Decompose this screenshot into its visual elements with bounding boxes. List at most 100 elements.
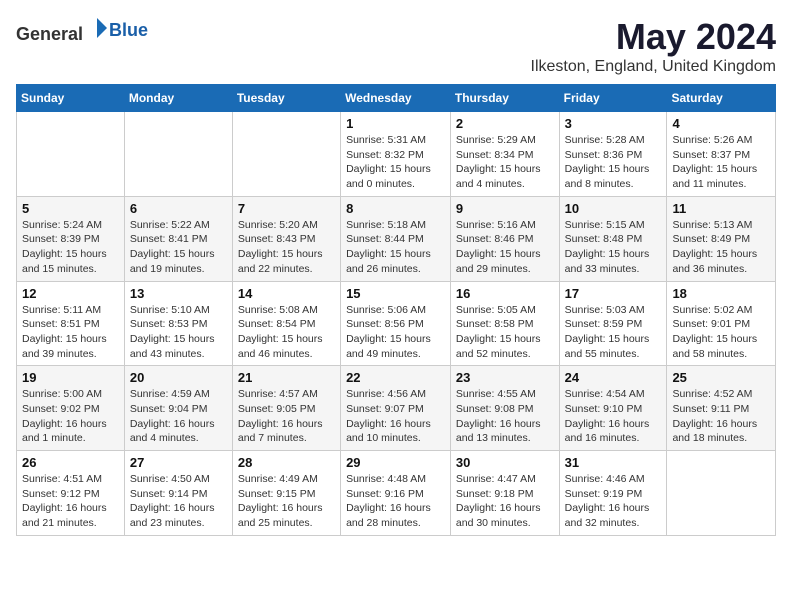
day-info: Sunrise: 4:50 AM Sunset: 9:14 PM Dayligh… — [130, 472, 227, 531]
day-number: 12 — [22, 286, 119, 301]
calendar-cell: 22Sunrise: 4:56 AM Sunset: 9:07 PM Dayli… — [341, 366, 451, 451]
day-info: Sunrise: 4:46 AM Sunset: 9:19 PM Dayligh… — [565, 472, 662, 531]
calendar-cell: 3 Sunrise: 5:28 AM Sunset: 8:36 PM Daylig… — [559, 112, 667, 197]
calendar-cell: 14Sunrise: 5:08 AM Sunset: 8:54 PM Dayli… — [232, 281, 340, 366]
day-info: Sunrise: 5:11 AM Sunset: 8:51 PM Dayligh… — [22, 303, 119, 362]
day-info: Sunrise: 5:08 AM Sunset: 8:54 PM Dayligh… — [238, 303, 335, 362]
day-number: 7 — [238, 201, 335, 216]
day-info: Sunrise: 4:54 AM Sunset: 9:10 PM Dayligh… — [565, 387, 662, 446]
calendar-cell: 30Sunrise: 4:47 AM Sunset: 9:18 PM Dayli… — [450, 451, 559, 536]
day-info: Sunrise: 5:02 AM Sunset: 9:01 PM Dayligh… — [672, 303, 770, 362]
day-info: Sunrise: 5:24 AM Sunset: 8:39 PM Dayligh… — [22, 218, 119, 277]
calendar-cell — [232, 112, 340, 197]
calendar-cell: 5 Sunrise: 5:24 AM Sunset: 8:39 PM Daylig… — [17, 196, 125, 281]
day-number: 18 — [672, 286, 770, 301]
weekday-header-row: SundayMondayTuesdayWednesdayThursdayFrid… — [17, 85, 776, 112]
day-number: 4 — [672, 116, 770, 131]
day-number: 1 — [346, 116, 445, 131]
logo-icon — [85, 16, 109, 40]
week-row-3: 12 Sunrise: 5:11 AM Sunset: 8:51 PM Dayli… — [17, 281, 776, 366]
day-info: Sunrise: 5:26 AM Sunset: 8:37 PM Dayligh… — [672, 133, 770, 192]
calendar-cell: 1 Sunrise: 5:31 AM Sunset: 8:32 PM Daylig… — [341, 112, 451, 197]
day-number: 27 — [130, 455, 227, 470]
week-row-2: 5 Sunrise: 5:24 AM Sunset: 8:39 PM Daylig… — [17, 196, 776, 281]
day-info: Sunrise: 5:03 AM Sunset: 8:59 PM Dayligh… — [565, 303, 662, 362]
calendar-cell: 16 Sunrise: 5:05 AM Sunset: 8:58 PM Dayli… — [450, 281, 559, 366]
day-number: 30 — [456, 455, 554, 470]
day-number: 9 — [456, 201, 554, 216]
day-number: 2 — [456, 116, 554, 131]
day-number: 16 — [456, 286, 554, 301]
calendar-cell: 23 Sunrise: 4:55 AM Sunset: 9:08 PM Dayli… — [450, 366, 559, 451]
logo-blue: Blue — [109, 20, 148, 40]
day-number: 17 — [565, 286, 662, 301]
logo-general: General — [16, 24, 83, 44]
day-info: Sunrise: 4:57 AM Sunset: 9:05 PM Dayligh… — [238, 387, 335, 446]
weekday-header-sunday: Sunday — [17, 85, 125, 112]
day-number: 20 — [130, 370, 227, 385]
weekday-header-thursday: Thursday — [450, 85, 559, 112]
weekday-header-wednesday: Wednesday — [341, 85, 451, 112]
calendar-cell: 10 Sunrise: 5:15 AM Sunset: 8:48 PM Dayli… — [559, 196, 667, 281]
day-info: Sunrise: 5:06 AM Sunset: 8:56 PM Dayligh… — [346, 303, 445, 362]
day-info: Sunrise: 4:51 AM Sunset: 9:12 PM Dayligh… — [22, 472, 119, 531]
day-info: Sunrise: 5:16 AM Sunset: 8:46 PM Dayligh… — [456, 218, 554, 277]
calendar-table: SundayMondayTuesdayWednesdayThursdayFrid… — [16, 84, 776, 536]
day-info: Sunrise: 5:31 AM Sunset: 8:32 PM Dayligh… — [346, 133, 445, 192]
day-number: 28 — [238, 455, 335, 470]
calendar-cell: 31 Sunrise: 4:46 AM Sunset: 9:19 PM Dayli… — [559, 451, 667, 536]
day-number: 29 — [346, 455, 445, 470]
calendar-cell: 28 Sunrise: 4:49 AM Sunset: 9:15 PM Dayli… — [232, 451, 340, 536]
day-info: Sunrise: 5:22 AM Sunset: 8:41 PM Dayligh… — [130, 218, 227, 277]
calendar-cell: 18 Sunrise: 5:02 AM Sunset: 9:01 PM Dayli… — [667, 281, 776, 366]
day-number: 21 — [238, 370, 335, 385]
calendar-cell: 21 Sunrise: 4:57 AM Sunset: 9:05 PM Dayli… — [232, 366, 340, 451]
day-number: 23 — [456, 370, 554, 385]
day-number: 5 — [22, 201, 119, 216]
calendar-cell: 4 Sunrise: 5:26 AM Sunset: 8:37 PM Daylig… — [667, 112, 776, 197]
calendar-cell: 8Sunrise: 5:18 AM Sunset: 8:44 PM Daylig… — [341, 196, 451, 281]
day-info: Sunrise: 5:28 AM Sunset: 8:36 PM Dayligh… — [565, 133, 662, 192]
day-info: Sunrise: 5:29 AM Sunset: 8:34 PM Dayligh… — [456, 133, 554, 192]
calendar-cell: 6Sunrise: 5:22 AM Sunset: 8:41 PM Daylig… — [124, 196, 232, 281]
day-number: 31 — [565, 455, 662, 470]
calendar-cell: 25Sunrise: 4:52 AM Sunset: 9:11 PM Dayli… — [667, 366, 776, 451]
day-info: Sunrise: 5:15 AM Sunset: 8:48 PM Dayligh… — [565, 218, 662, 277]
calendar-cell: 29Sunrise: 4:48 AM Sunset: 9:16 PM Dayli… — [341, 451, 451, 536]
calendar-cell: 19Sunrise: 5:00 AM Sunset: 9:02 PM Dayli… — [17, 366, 125, 451]
weekday-header-friday: Friday — [559, 85, 667, 112]
calendar-cell: 9 Sunrise: 5:16 AM Sunset: 8:46 PM Daylig… — [450, 196, 559, 281]
day-number: 10 — [565, 201, 662, 216]
day-info: Sunrise: 5:13 AM Sunset: 8:49 PM Dayligh… — [672, 218, 770, 277]
day-info: Sunrise: 4:56 AM Sunset: 9:07 PM Dayligh… — [346, 387, 445, 446]
weekday-header-monday: Monday — [124, 85, 232, 112]
day-number: 19 — [22, 370, 119, 385]
calendar-cell: 24Sunrise: 4:54 AM Sunset: 9:10 PM Dayli… — [559, 366, 667, 451]
day-number: 11 — [672, 201, 770, 216]
calendar-cell: 15 Sunrise: 5:06 AM Sunset: 8:56 PM Dayli… — [341, 281, 451, 366]
day-number: 13 — [130, 286, 227, 301]
calendar-cell: 17 Sunrise: 5:03 AM Sunset: 8:59 PM Dayli… — [559, 281, 667, 366]
day-info: Sunrise: 5:05 AM Sunset: 8:58 PM Dayligh… — [456, 303, 554, 362]
calendar-cell: 12 Sunrise: 5:11 AM Sunset: 8:51 PM Dayli… — [17, 281, 125, 366]
day-info: Sunrise: 4:49 AM Sunset: 9:15 PM Dayligh… — [238, 472, 335, 531]
day-info: Sunrise: 4:52 AM Sunset: 9:11 PM Dayligh… — [672, 387, 770, 446]
weekday-header-saturday: Saturday — [667, 85, 776, 112]
calendar-cell — [124, 112, 232, 197]
calendar-cell: 2 Sunrise: 5:29 AM Sunset: 8:34 PM Daylig… — [450, 112, 559, 197]
location-title: Ilkeston, England, United Kingdom — [531, 58, 776, 76]
calendar-cell: 26Sunrise: 4:51 AM Sunset: 9:12 PM Dayli… — [17, 451, 125, 536]
page-header: General Blue May 2024 Ilkeston, England,… — [16, 16, 776, 76]
day-number: 15 — [346, 286, 445, 301]
calendar-cell: 20 Sunrise: 4:59 AM Sunset: 9:04 PM Dayli… — [124, 366, 232, 451]
calendar-cell: 7Sunrise: 5:20 AM Sunset: 8:43 PM Daylig… — [232, 196, 340, 281]
day-info: Sunrise: 4:55 AM Sunset: 9:08 PM Dayligh… — [456, 387, 554, 446]
calendar-cell: 11 Sunrise: 5:13 AM Sunset: 8:49 PM Dayli… — [667, 196, 776, 281]
week-row-5: 26Sunrise: 4:51 AM Sunset: 9:12 PM Dayli… — [17, 451, 776, 536]
day-number: 3 — [565, 116, 662, 131]
title-area: May 2024 Ilkeston, England, United Kingd… — [531, 16, 776, 76]
day-info: Sunrise: 4:59 AM Sunset: 9:04 PM Dayligh… — [130, 387, 227, 446]
month-title: May 2024 — [531, 16, 776, 58]
calendar-cell — [667, 451, 776, 536]
logo: General Blue — [16, 16, 148, 45]
